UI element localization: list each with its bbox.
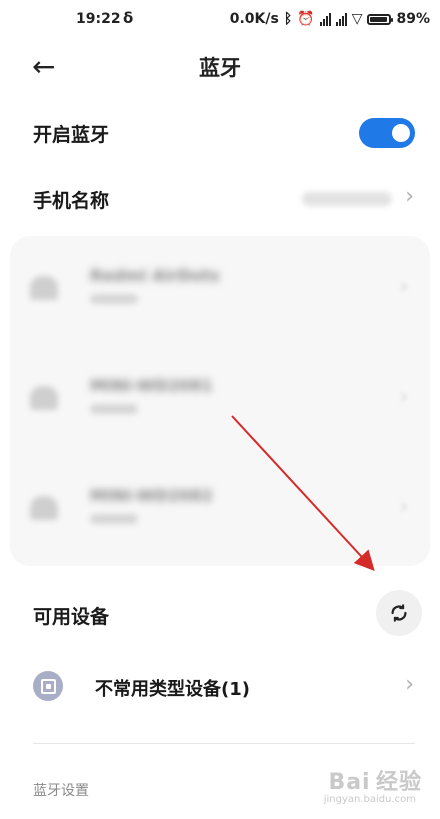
divider (33, 743, 415, 744)
available-devices-label: 可用设备 (33, 606, 110, 628)
phone-name-row[interactable]: 手机名称 › (0, 172, 440, 226)
bluetooth-toggle-row[interactable]: 开启蓝牙 (0, 106, 440, 160)
paired-device-2[interactable]: MINI-WD2081 › (10, 346, 430, 456)
paired-device-1[interactable]: Redmi AirDots › (10, 236, 430, 346)
phone-name-label: 手机名称 (33, 190, 110, 212)
status-right: 0.0K/s ᛒ ⏰ ▽ 89% (230, 11, 430, 27)
uncommon-devices-label: 不常用类型设备(1) (95, 679, 250, 700)
net-speed: 0.0K/s (229, 11, 279, 27)
chevron-right-icon: › (405, 184, 414, 209)
chevron-right-icon: › (400, 274, 408, 298)
uncommon-devices-row[interactable]: 不常用类型设备(1) › (0, 664, 440, 710)
device-name: MINI-WD2081 (90, 376, 213, 395)
refresh-button[interactable] (376, 590, 422, 636)
available-devices-row: 可用设备 (0, 588, 440, 638)
phone-name-value-blurred (302, 192, 392, 206)
bluetooth-toggle-label: 开启蓝牙 (33, 124, 110, 146)
bluetooth-status-icon: ᛒ (283, 11, 293, 27)
device-icon (30, 386, 58, 410)
device-name: MINI-WD2082 (90, 486, 213, 505)
sync-icon: δ (123, 9, 134, 27)
watermark: Bai 经验 jingyan.baidu.com (308, 764, 428, 810)
device-status-blurred (90, 514, 138, 524)
alarm-icon: ⏰ (297, 11, 315, 27)
signal-icon-1 (319, 12, 331, 26)
signal-icon-2 (335, 12, 347, 26)
bluetooth-switch[interactable] (359, 118, 415, 148)
switch-knob (392, 124, 410, 142)
page-title: 蓝牙 (199, 56, 241, 80)
chevron-right-icon: › (400, 494, 408, 518)
device-status-blurred (90, 294, 138, 304)
battery-percent: 89% (396, 11, 430, 27)
title-bar: ← 蓝牙 (0, 40, 440, 94)
device-name: Redmi AirDots (90, 266, 220, 285)
battery-fill (370, 16, 387, 22)
wifi-icon: ▽ (351, 11, 363, 27)
status-bar: 19:22 δ 0.0K/s ᛒ ⏰ ▽ 89% (0, 0, 440, 40)
paired-devices-card: Redmi AirDots › MINI-WD2081 › MINI-WD208… (10, 236, 430, 566)
paired-device-3[interactable]: MINI-WD2082 › (10, 456, 430, 566)
chevron-right-icon: › (400, 384, 408, 408)
battery-icon (367, 13, 394, 25)
device-icon (30, 496, 58, 520)
chevron-right-icon: › (405, 672, 414, 697)
status-time: 19:22 (76, 11, 121, 27)
bluetooth-settings-header: 蓝牙设置 (33, 783, 89, 799)
refresh-icon (391, 604, 407, 622)
watermark-url: jingyan.baidu.com (323, 794, 416, 805)
device-icon (30, 276, 58, 300)
watermark-logo: Bai 经验 (328, 770, 422, 795)
device-status-blurred (90, 404, 138, 414)
